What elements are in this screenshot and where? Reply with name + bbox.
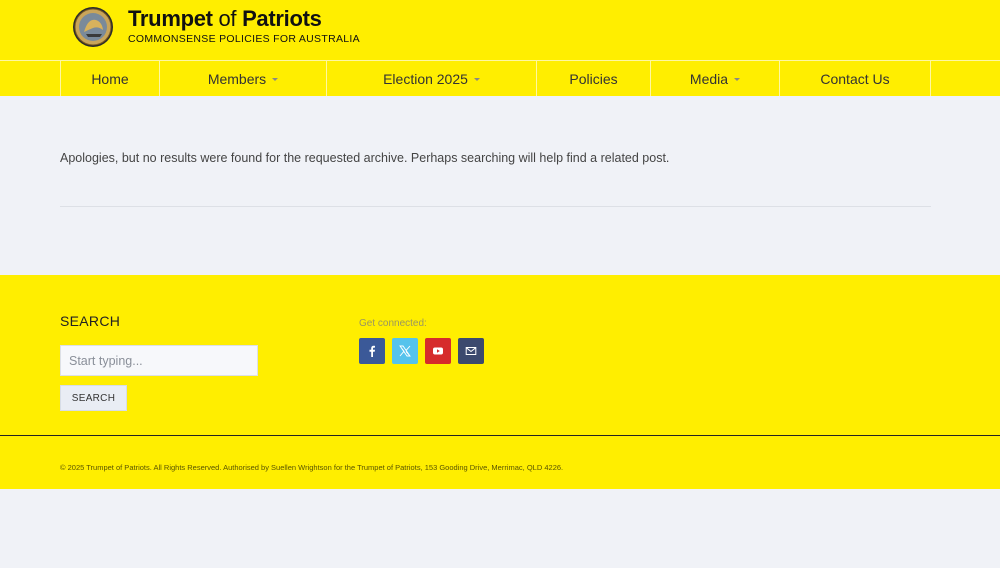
search-input[interactable] — [60, 345, 258, 376]
nav-item-media[interactable]: Media — [651, 61, 780, 96]
nav-item-label: Contact Us — [820, 70, 890, 87]
brand-name-part1: Trumpet — [128, 6, 213, 31]
youtube-link[interactable] — [425, 338, 451, 364]
nav-item-policies[interactable]: Policies — [537, 61, 651, 96]
brand-name-part2: of — [218, 6, 237, 31]
email-link[interactable] — [458, 338, 484, 364]
chevron-down-icon — [734, 78, 741, 81]
brand-tagline: COMMONSENSE POLICIES FOR AUSTRALIA — [128, 33, 360, 45]
facebook-icon — [369, 345, 375, 357]
site-logo-icon[interactable] — [72, 6, 114, 48]
footer-widgets: SEARCH SEARCH Get connected: — [0, 275, 1000, 435]
nav-item-members[interactable]: Members — [160, 61, 327, 96]
main-nav: Home Members Election 2025 Policies Medi… — [0, 60, 1000, 96]
chevron-down-icon — [473, 78, 480, 81]
nav-item-contact-us[interactable]: Contact Us — [780, 61, 931, 96]
x-twitter-link[interactable] — [392, 338, 418, 364]
nav-item-label: Home — [91, 70, 129, 87]
youtube-icon — [433, 347, 443, 355]
nav-item-label: Policies — [569, 70, 618, 87]
nav-item-label: Members — [207, 70, 267, 87]
brand-title[interactable]: Trumpet of Patriots — [128, 6, 322, 32]
content-divider — [60, 206, 931, 207]
envelope-icon — [465, 347, 477, 355]
nav-item-election-2025[interactable]: Election 2025 — [327, 61, 537, 96]
search-button[interactable]: SEARCH — [60, 385, 127, 411]
nav-item-label: Media — [689, 70, 729, 87]
x-twitter-icon — [399, 345, 411, 357]
nav-item-label: Election 2025 — [383, 70, 468, 87]
facebook-link[interactable] — [359, 338, 385, 364]
site-header: Trumpet of Patriots COMMONSENSE POLICIES… — [0, 0, 1000, 60]
brand-name-part3: Patriots — [242, 6, 322, 31]
chevron-down-icon — [272, 78, 279, 81]
copyright-bar: © 2025 Trumpet of Patriots. All Rights R… — [0, 435, 1000, 489]
nav-item-home[interactable]: Home — [61, 61, 160, 96]
nav-items: Home Members Election 2025 Policies Medi… — [60, 61, 931, 96]
social-label: Get connected: — [359, 318, 427, 329]
search-widget-title: SEARCH — [60, 313, 121, 329]
copyright-text: © 2025 Trumpet of Patriots. All Rights R… — [60, 463, 564, 472]
no-results-message: Apologies, but no results were found for… — [60, 151, 670, 165]
